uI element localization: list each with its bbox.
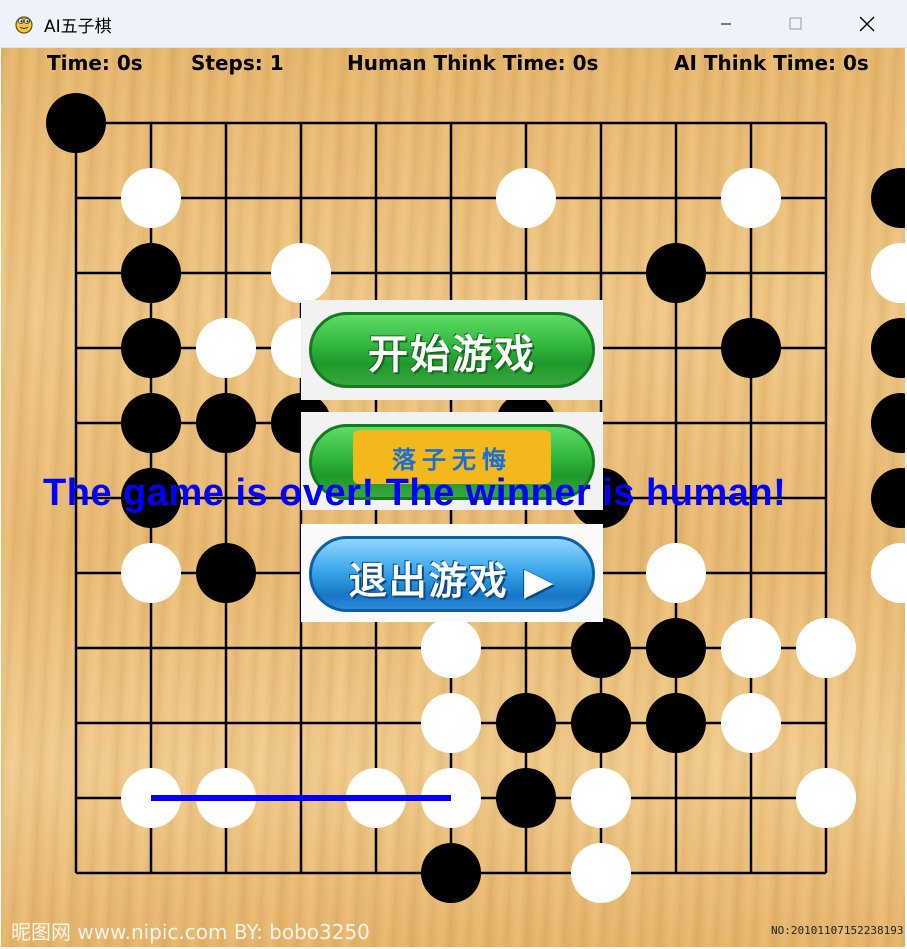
black-stone bbox=[496, 768, 556, 828]
white-stone bbox=[271, 243, 331, 303]
white-stone bbox=[121, 543, 181, 603]
maximize-button[interactable] bbox=[762, 0, 828, 47]
no-regret-label: 落子无悔 bbox=[392, 446, 512, 474]
title-bar: AI五子棋 bbox=[0, 0, 907, 48]
white-stone bbox=[721, 168, 781, 228]
black-stone bbox=[871, 168, 905, 228]
black-stone bbox=[871, 393, 905, 453]
black-stone bbox=[646, 618, 706, 678]
white-stone bbox=[571, 768, 631, 828]
white-stone bbox=[871, 543, 905, 603]
black-stone bbox=[571, 693, 631, 753]
close-icon bbox=[859, 16, 875, 31]
white-stone bbox=[421, 693, 481, 753]
start-game-label: 开始游戏 bbox=[368, 332, 536, 378]
game-over-message: The game is over! The winner is human! bbox=[43, 472, 787, 514]
black-stone bbox=[421, 843, 481, 903]
black-stone bbox=[871, 468, 905, 528]
black-stone bbox=[646, 243, 706, 303]
white-stone bbox=[796, 618, 856, 678]
game-window: AI五子棋 Time: 0s Steps: 1 Human Think Time… bbox=[0, 0, 907, 949]
white-stone bbox=[721, 618, 781, 678]
white-stone bbox=[871, 243, 905, 303]
black-stone bbox=[496, 693, 556, 753]
menu-panel: 开始游戏 落子无悔 退出游戏 ▶ bbox=[301, 300, 603, 622]
white-stone bbox=[196, 318, 256, 378]
pygame-snake-icon bbox=[15, 16, 33, 34]
minimize-button[interactable] bbox=[693, 0, 759, 47]
game-canvas[interactable]: Time: 0s Steps: 1 Human Think Time: 0s A… bbox=[1, 48, 905, 947]
black-stone bbox=[121, 243, 181, 303]
minimize-icon bbox=[721, 23, 731, 24]
white-stone bbox=[646, 543, 706, 603]
white-stone bbox=[421, 618, 481, 678]
window-title: AI五子棋 bbox=[44, 17, 112, 37]
exit-game-button[interactable]: 退出游戏 ▶ bbox=[301, 524, 603, 622]
white-stone bbox=[571, 843, 631, 903]
black-stone bbox=[196, 543, 256, 603]
black-stone bbox=[121, 318, 181, 378]
black-stone bbox=[46, 93, 106, 153]
white-stone bbox=[796, 768, 856, 828]
maximize-icon bbox=[789, 17, 801, 30]
watermark-left: 昵图网 www.nipic.com BY: bobo3250 bbox=[11, 920, 370, 944]
close-button[interactable] bbox=[834, 0, 900, 47]
exit-game-label: 退出游戏 ▶ bbox=[348, 559, 556, 603]
black-stone bbox=[571, 618, 631, 678]
start-game-button[interactable]: 开始游戏 bbox=[301, 300, 603, 400]
white-stone bbox=[496, 168, 556, 228]
black-stone bbox=[646, 693, 706, 753]
black-stone bbox=[196, 393, 256, 453]
white-stone bbox=[721, 693, 781, 753]
black-stone bbox=[721, 318, 781, 378]
black-stone bbox=[121, 393, 181, 453]
black-stone bbox=[871, 318, 905, 378]
white-stone bbox=[121, 168, 181, 228]
watermark-id: NO:20101107152238193 bbox=[771, 924, 904, 937]
